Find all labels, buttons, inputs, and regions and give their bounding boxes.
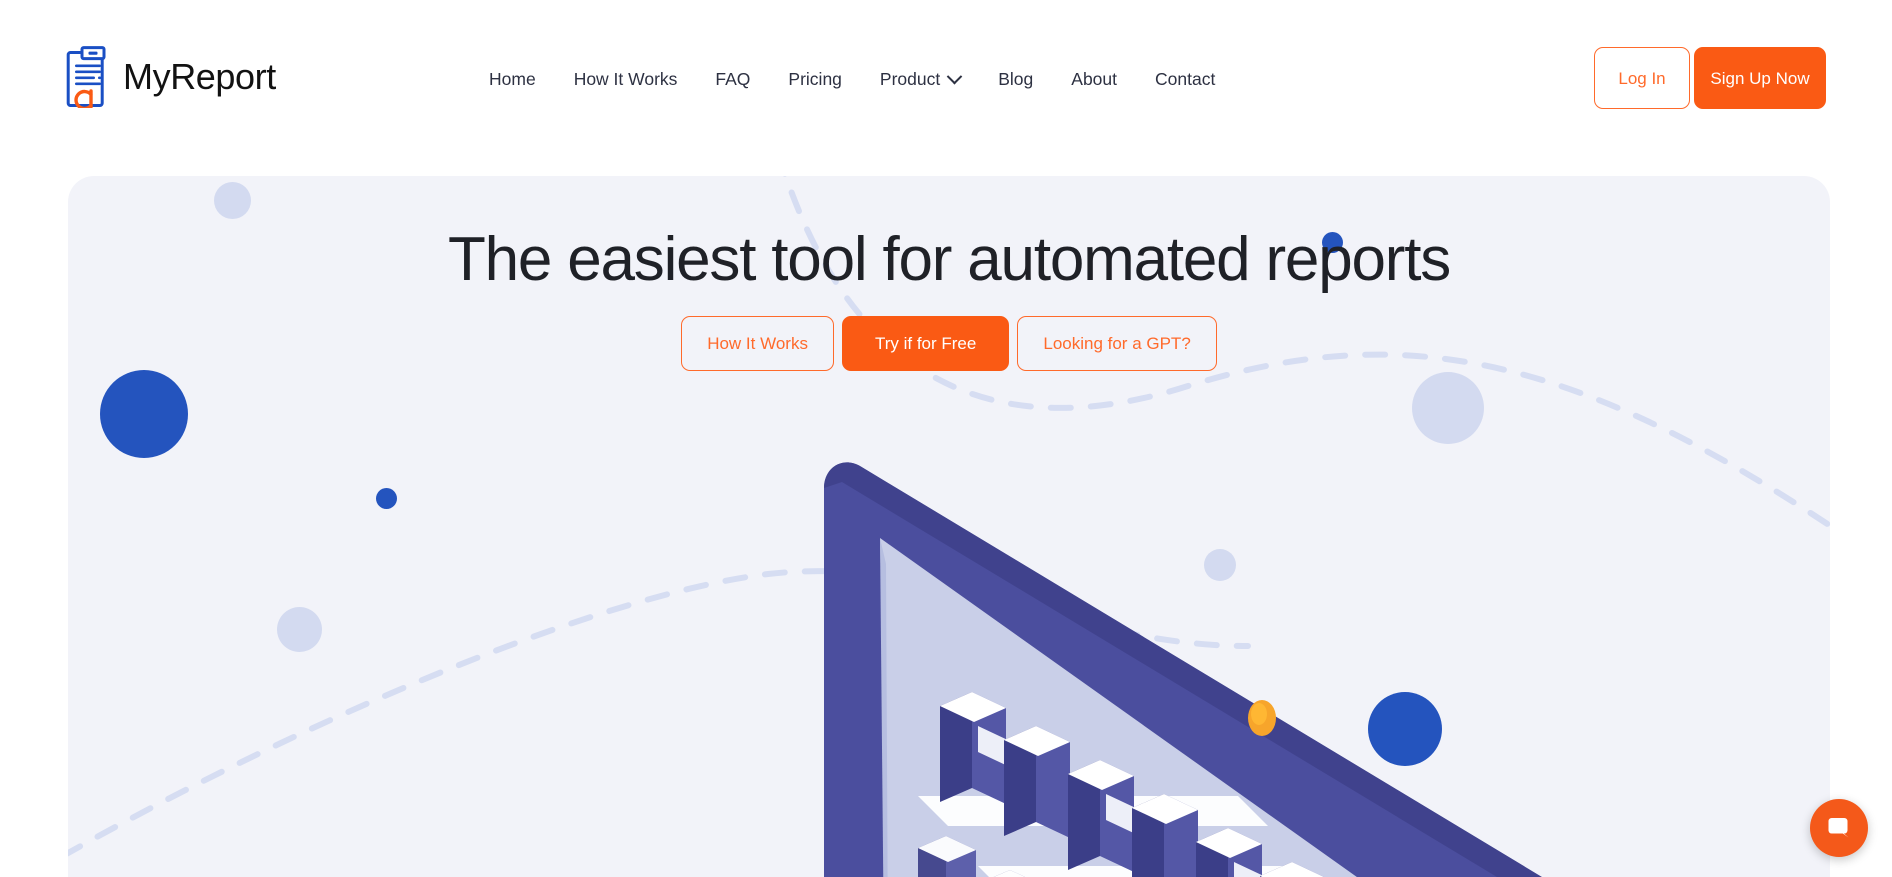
looking-for-a-gpt-button[interactable]: Looking for a GPT? [1017, 316, 1217, 371]
auth-actions: Log In Sign Up Now [1594, 47, 1826, 109]
nav-label: About [1071, 69, 1117, 89]
chat-bubble-icon [1828, 818, 1849, 838]
hero-title: The easiest tool for automated reports [447, 225, 1451, 294]
clipboard-report-icon [66, 46, 110, 111]
nav-item-about[interactable]: About [1052, 62, 1136, 96]
chat-widget-button[interactable] [1810, 799, 1868, 857]
nav-item-faq[interactable]: FAQ [696, 62, 769, 96]
nav-label: Product [879, 69, 941, 89]
decor-circle-lower-left [277, 607, 322, 652]
sign-up-now-button[interactable]: Sign Up Now [1694, 47, 1826, 109]
main-navigation: Home How It Works FAQ Pricing Product Bl… [470, 62, 1234, 96]
hero-cta-group: How It Works Try if for Free Looking for… [68, 316, 1830, 371]
nav-label: Pricing [788, 69, 842, 89]
try-it-for-free-button[interactable]: Try if for Free [841, 316, 1010, 371]
nav-item-how-it-works[interactable]: How It Works [555, 62, 697, 96]
decor-circle-large-left [100, 370, 188, 458]
isometric-tablet-servers-illustration [768, 396, 1748, 877]
nav-label: Blog [998, 69, 1034, 89]
brand-name: MyReport [123, 56, 276, 97]
nav-item-product[interactable]: Product [861, 62, 979, 96]
decor-circle-mid-left [376, 488, 397, 509]
nav-label: Home [489, 69, 536, 89]
nav-item-contact[interactable]: Contact [1136, 62, 1234, 96]
how-it-works-button[interactable]: How It Works [681, 316, 834, 371]
nav-item-home[interactable]: Home [470, 62, 555, 96]
site-header: MyReport Home How It Works FAQ Pricing P… [0, 0, 1892, 156]
chevron-down-icon [946, 68, 963, 84]
nav-label: FAQ [715, 69, 751, 89]
nav-item-blog[interactable]: Blog [979, 62, 1052, 96]
hero-section: The easiest tool for automated reports H… [68, 176, 1830, 877]
brand-logo-link[interactable]: MyReport [66, 46, 276, 111]
decor-circle-small-top-left [214, 182, 251, 219]
nav-label: Contact [1155, 69, 1216, 89]
landing-page: MyReport Home How It Works FAQ Pricing P… [0, 0, 1892, 877]
nav-label: How It Works [573, 69, 678, 89]
log-in-button[interactable]: Log In [1594, 47, 1690, 109]
nav-item-pricing[interactable]: Pricing [769, 62, 861, 96]
